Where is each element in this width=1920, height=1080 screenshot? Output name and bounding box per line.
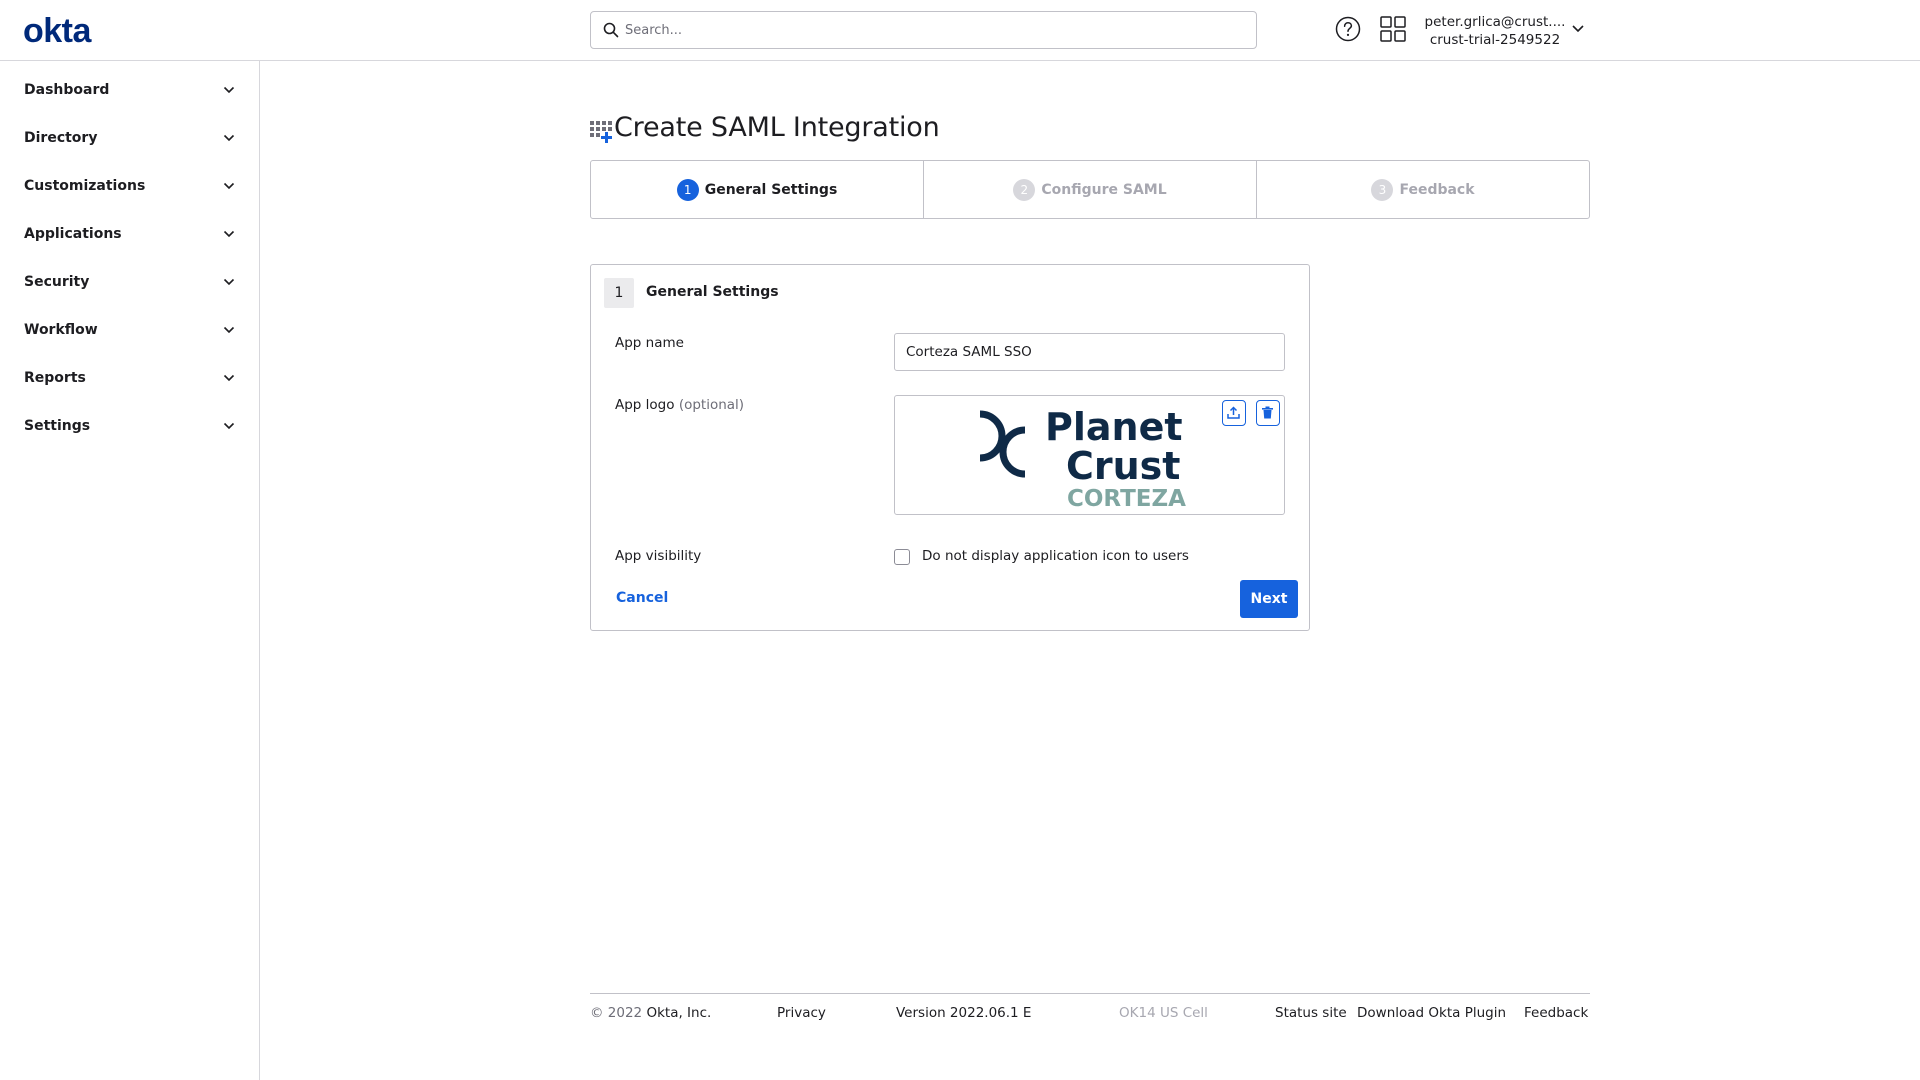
sidebar-item-dashboard[interactable]: Dashboard (0, 71, 259, 111)
sidebar-item-label: Dashboard (24, 82, 110, 98)
user-menu[interactable]: peter.grlica@crust.... crust-trial-25495… (1420, 13, 1570, 49)
app-name-label: App name (615, 335, 684, 351)
wizard-steps: 1 General Settings 2 Configure SAML 3 Feedb… (590, 160, 1590, 219)
sidebar-item-settings[interactable]: Settings (0, 407, 259, 447)
feedback-link[interactable]: Feedback (1524, 1005, 1588, 1021)
sidebar-item-reports[interactable]: Reports (0, 359, 259, 399)
chevron-down-icon[interactable] (1571, 24, 1585, 34)
app-switcher-icon[interactable] (1380, 16, 1406, 42)
step-configure-saml[interactable]: 2 Configure SAML (924, 161, 1257, 218)
step-number: 2 (1013, 179, 1036, 201)
sidebar-item-directory[interactable]: Directory (0, 119, 259, 159)
company-name: Okta, Inc. (646, 1005, 712, 1021)
cancel-button[interactable]: Cancel (616, 590, 668, 606)
sidebar-item-label: Settings (24, 418, 91, 434)
step-feedback[interactable]: 3 Feedback (1257, 161, 1589, 218)
sidebar-item-label: Directory (24, 130, 98, 146)
search-bar[interactable] (590, 11, 1257, 49)
okta-logo[interactable]: okta (23, 12, 91, 51)
chevron-down-icon (223, 374, 235, 382)
step-number: 1 (676, 179, 699, 201)
search-icon (603, 22, 619, 38)
sidebar-item-label: Applications (24, 226, 122, 242)
user-org: crust-trial-2549522 (1429, 32, 1561, 48)
sidebar-item-applications[interactable]: Applications (0, 215, 259, 255)
sidebar: Dashboard Directory Customizations Appli… (0, 61, 260, 1080)
general-settings-card: 1 General Settings App name App logo (op… (590, 264, 1310, 631)
user-email: peter.grlica@crust.... (1424, 14, 1566, 30)
hide-app-icon-checkbox[interactable] (894, 549, 910, 565)
chevron-down-icon (223, 326, 235, 334)
planet-crust-logo: Planet Crust CORTEZA (979, 405, 1186, 510)
trash-icon (1262, 406, 1273, 419)
sidebar-item-customizations[interactable]: Customizations (0, 167, 259, 207)
upload-logo-button[interactable] (1222, 400, 1246, 426)
sidebar-item-label: Security (24, 274, 90, 290)
logo-text-corteza: CORTEZA (1067, 486, 1186, 510)
step-label: General Settings (704, 182, 838, 198)
privacy-link[interactable]: Privacy (777, 1005, 826, 1021)
logo-text-planet: Planet (1045, 405, 1183, 449)
section-title: General Settings (646, 284, 779, 300)
chevron-down-icon (223, 278, 235, 286)
step-label: Feedback (1399, 182, 1475, 198)
page-title: Create SAML Integration (614, 112, 940, 143)
help-icon[interactable] (1335, 16, 1361, 42)
app-logo-label-text: App logo (615, 397, 675, 413)
status-site-link[interactable]: Status site (1275, 1005, 1347, 1021)
optional-hint: (optional) (678, 397, 745, 413)
chevron-down-icon (223, 134, 235, 142)
hide-app-icon-label[interactable]: Do not display application icon to users (922, 548, 1189, 564)
logo-text-crust: Crust (1066, 444, 1180, 488)
add-app-grid-icon (590, 121, 612, 143)
app-name-input[interactable] (894, 333, 1285, 371)
search-input[interactable] (625, 12, 1245, 48)
step-general-settings[interactable]: 1 General Settings (591, 161, 924, 218)
chevron-down-icon (223, 230, 235, 238)
chevron-down-icon (223, 182, 235, 190)
step-label: Configure SAML (1041, 182, 1167, 198)
footer: © 2022 Okta, Inc. Privacy Version 2022.0… (590, 993, 1590, 1033)
section-number: 1 (604, 278, 634, 308)
next-button[interactable]: Next (1240, 580, 1298, 618)
sidebar-item-label: Reports (24, 370, 86, 386)
top-header: okta peter.grlica@crust.... crust-trial-… (0, 0, 1920, 61)
app-logo-label: App logo (optional) (615, 397, 744, 413)
sidebar-item-workflow[interactable]: Workflow (0, 311, 259, 351)
chevron-down-icon (223, 422, 235, 430)
copyright: © 2022 Okta, Inc. (590, 1005, 711, 1021)
version-text: Version 2022.06.1 E (896, 1005, 1032, 1021)
step-number: 3 (1371, 179, 1394, 201)
app-logo-preview: Planet Crust CORTEZA (894, 395, 1285, 515)
chevron-down-icon (223, 86, 235, 94)
sidebar-item-security[interactable]: Security (0, 263, 259, 303)
app-visibility-label: App visibility (615, 548, 702, 564)
delete-logo-button[interactable] (1256, 400, 1280, 426)
upload-icon (1227, 406, 1240, 419)
cell-text: OK14 US Cell (1119, 1005, 1208, 1021)
download-plugin-link[interactable]: Download Okta Plugin (1357, 1005, 1506, 1021)
sidebar-item-label: Workflow (24, 322, 98, 338)
sidebar-item-label: Customizations (24, 178, 146, 194)
copyright-year: © 2022 (590, 1005, 643, 1021)
